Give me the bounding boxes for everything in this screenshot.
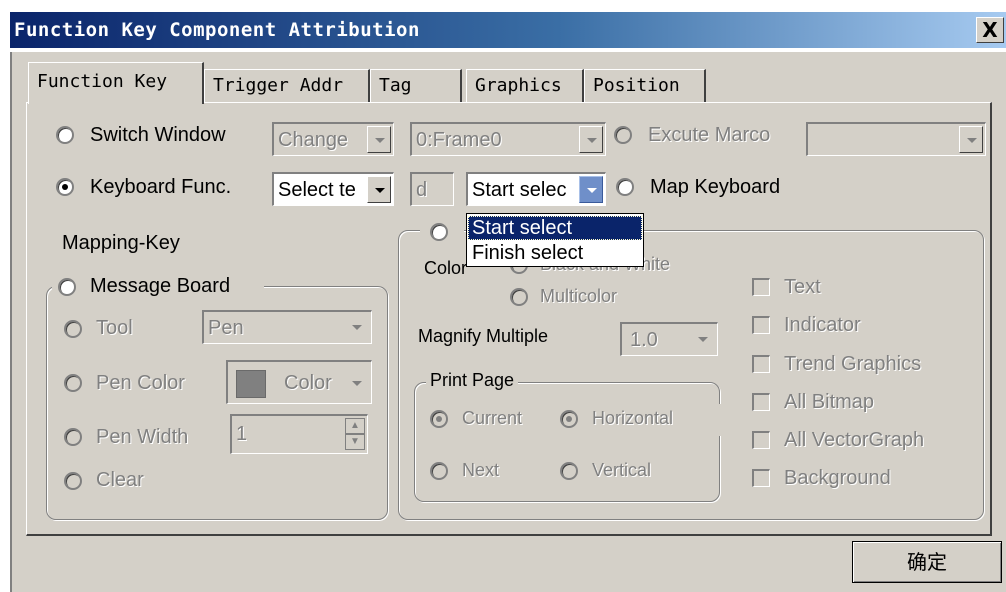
change-combo: Change [272,122,394,156]
print-group-radio[interactable] [430,223,448,241]
all-vectorgraph-checkbox [752,431,770,449]
ok-button[interactable]: 确定 [852,541,1002,583]
change-combo-value: Change [278,129,349,151]
tab-function-key[interactable]: Function Key [28,62,204,104]
background-checkbox-label: Background [784,467,891,489]
trend-graphics-checkbox [752,355,770,373]
text-checkbox-label: Text [784,276,821,298]
window-left-shadow [10,52,12,592]
tab-graphics[interactable]: Graphics [466,69,584,103]
select-text-combo-value: Select te [278,179,356,201]
keyboard-func-radio[interactable] [56,178,74,196]
switch-window-radio[interactable] [56,126,74,144]
d-field: d [410,172,454,206]
chevron-down-icon [691,326,715,353]
close-button[interactable]: X [976,17,1004,43]
background-checkbox [752,469,770,487]
color-label: Color [424,258,468,278]
window-left-edge [0,52,10,592]
d-field-value: d [416,179,428,201]
tool-combo: Pen [202,310,372,344]
clear-label: Clear [96,469,144,491]
pen-width-spinner: 1 ▲ ▼ [230,414,368,454]
all-bitmap-checkbox [752,393,770,411]
select-text-combo[interactable]: Select te [272,172,394,206]
color-swatch [236,370,266,398]
indicator-checkbox-label: Indicator [784,314,861,336]
next-label: Next [462,460,500,480]
next-radio [430,462,448,480]
frame-combo: 0:Frame0 [410,122,606,156]
map-keyboard-label[interactable]: Map Keyboard [650,176,780,199]
tab-position[interactable]: Position [584,69,706,103]
start-select-combo[interactable]: Start selec [466,172,606,206]
vertical-radio [560,462,578,480]
start-select-combo-value: Start selec [472,179,567,201]
spin-up-icon: ▲ [345,418,365,434]
chevron-down-icon [959,126,983,153]
frame-combo-value: 0:Frame0 [416,129,502,151]
indicator-checkbox [752,316,770,334]
vertical-label: Vertical [592,460,652,480]
pen-width-value: 1 [236,423,248,445]
tab-tag[interactable]: Tag [370,69,462,103]
clear-radio [64,472,82,490]
keyboard-func-label[interactable]: Keyboard Func. [90,176,231,199]
current-radio [430,410,448,428]
chevron-down-icon[interactable] [579,176,603,203]
horizontal-radio [560,410,578,428]
chevron-down-icon [345,314,369,341]
tool-radio [64,320,82,338]
spin-down-icon: ▼ [345,434,365,450]
switch-window-label[interactable]: Switch Window [90,124,226,147]
tab-trigger-addr[interactable]: Trigger Addr [204,69,370,103]
tool-combo-value: Pen [208,317,244,339]
print-page-label: Print Page [426,370,519,391]
chevron-down-icon[interactable] [367,176,391,203]
text-checkbox [752,278,770,296]
all-bitmap-checkbox-label: All Bitmap [784,391,875,413]
magnify-combo: 1.0 [620,322,718,356]
pen-color-radio [64,374,82,392]
window-title: Function Key Component Attribution [14,19,420,41]
mapping-key-label: Mapping-Key [62,232,180,254]
chevron-down-icon [345,370,369,397]
pen-color-combo: Color [226,360,372,404]
message-board-label[interactable]: Message Board [90,275,230,298]
message-board-radio[interactable] [58,278,76,296]
chevron-down-icon [367,126,391,153]
pen-color-combo-value: Color [284,372,332,394]
multicolor-label: Multicolor [540,286,618,306]
magnify-combo-value: 1.0 [630,329,658,351]
chevron-down-icon [579,126,603,153]
dropdown-option-finish-select[interactable]: Finish select [468,241,642,265]
print-page-group [414,382,720,502]
start-select-dropdown-list[interactable]: Start select Finish select [466,213,644,267]
excute-marco-label: Excute Marco [648,124,771,146]
dropdown-option-start-select[interactable]: Start select [468,216,642,240]
pen-color-label: Pen Color [96,372,185,394]
pen-width-radio [64,428,82,446]
excute-marco-radio [614,126,632,144]
pen-width-label: Pen Width [96,426,189,448]
trend-graphics-checkbox-label: Trend Graphics [784,353,922,375]
marco-combo [806,122,986,156]
all-vectorgraph-checkbox-label: All VectorGraph [784,429,925,451]
horizontal-label: Horizontal [592,408,674,428]
map-keyboard-radio[interactable] [616,178,634,196]
tool-label: Tool [96,317,133,339]
current-label: Current [462,408,523,428]
magnify-multiple-label: Magnify Multiple [418,326,549,346]
multicolor-radio [510,288,528,306]
